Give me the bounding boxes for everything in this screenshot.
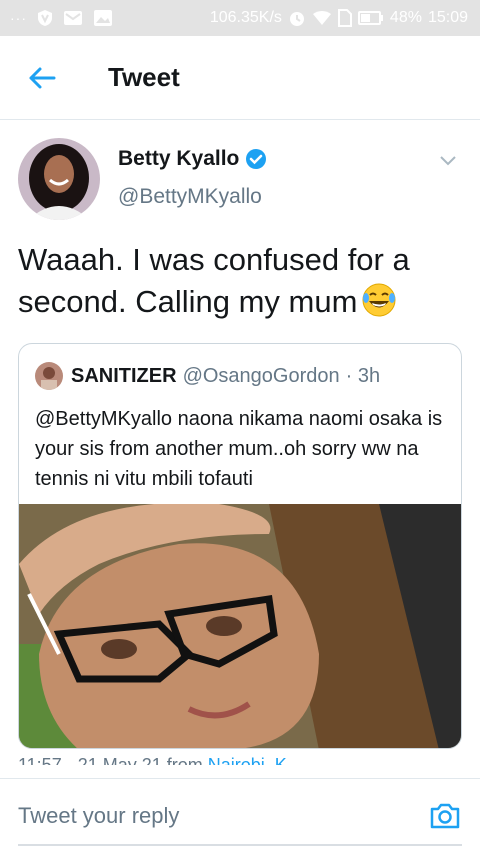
clock: 15:09 <box>427 9 468 26</box>
author-handle[interactable]: @BettyMKyallo <box>118 185 262 209</box>
tweet-location[interactable]: Nairobi, K <box>208 755 287 765</box>
quoted-tweet-header: SANITIZER @OsangoGordon · 3h <box>35 362 380 390</box>
tweet-text-body: Waaah. I was confused for a second. Call… <box>18 242 410 319</box>
tweet-text: Waaah. I was confused for a second. Call… <box>18 239 468 329</box>
overflow-dots-icon: ··· <box>10 10 27 26</box>
shield-icon <box>37 9 53 27</box>
image-icon <box>93 9 113 27</box>
verified-badge-icon <box>245 148 267 170</box>
status-bar: ··· 106.35K/s 48% 15:09 <box>0 0 480 36</box>
quoted-author-avatar <box>35 362 63 390</box>
quoted-tweet-time: · 3h <box>345 364 381 387</box>
tweet-time: 11:57 · 21 May 21 from <box>18 755 203 765</box>
author-avatar[interactable] <box>18 138 100 220</box>
mail-icon <box>63 10 83 26</box>
page-title: Tweet <box>108 62 180 92</box>
battery-level: 48% <box>389 9 422 26</box>
quoted-tweet-card[interactable]: SANITIZER @OsangoGordon · 3h @BettyMKyal… <box>18 343 462 749</box>
top-app-bar: Tweet <box>0 36 480 120</box>
back-button[interactable] <box>12 48 72 108</box>
quoted-author-handle: @OsangoGordon <box>182 364 340 387</box>
arrow-left-icon <box>29 67 56 88</box>
laughing-tears-emoji-icon <box>361 282 397 329</box>
reply-underline <box>18 844 462 846</box>
tweet-menu-button[interactable] <box>436 149 460 173</box>
wifi-icon <box>312 10 332 26</box>
author-name-label: Betty Kyallo <box>118 147 240 170</box>
camera-icon <box>430 803 460 829</box>
reply-composer <box>0 778 480 854</box>
network-speed: 106.35K/s <box>209 9 282 26</box>
sim-icon <box>337 9 352 27</box>
reply-input[interactable] <box>18 803 398 829</box>
tweet: Betty Kyallo @BettyMKyallo Waaah. I was … <box>0 121 480 765</box>
tweet-timestamp: 11:57 · 21 May 21 from Nairobi, K <box>18 753 287 765</box>
quoted-tweet-text: @BettyMKyallo naona nikama naomi osaka i… <box>35 408 443 490</box>
chevron-down-icon <box>440 156 456 166</box>
author-name[interactable]: Betty Kyallo <box>118 147 267 171</box>
tweet-author-row: Betty Kyallo @BettyMKyallo <box>0 121 480 221</box>
quoted-tweet-photo[interactable] <box>19 502 461 748</box>
alarm-icon <box>288 9 306 27</box>
camera-button[interactable] <box>428 799 462 833</box>
quoted-author-name: SANITIZER <box>71 364 177 387</box>
battery-icon <box>357 11 384 25</box>
